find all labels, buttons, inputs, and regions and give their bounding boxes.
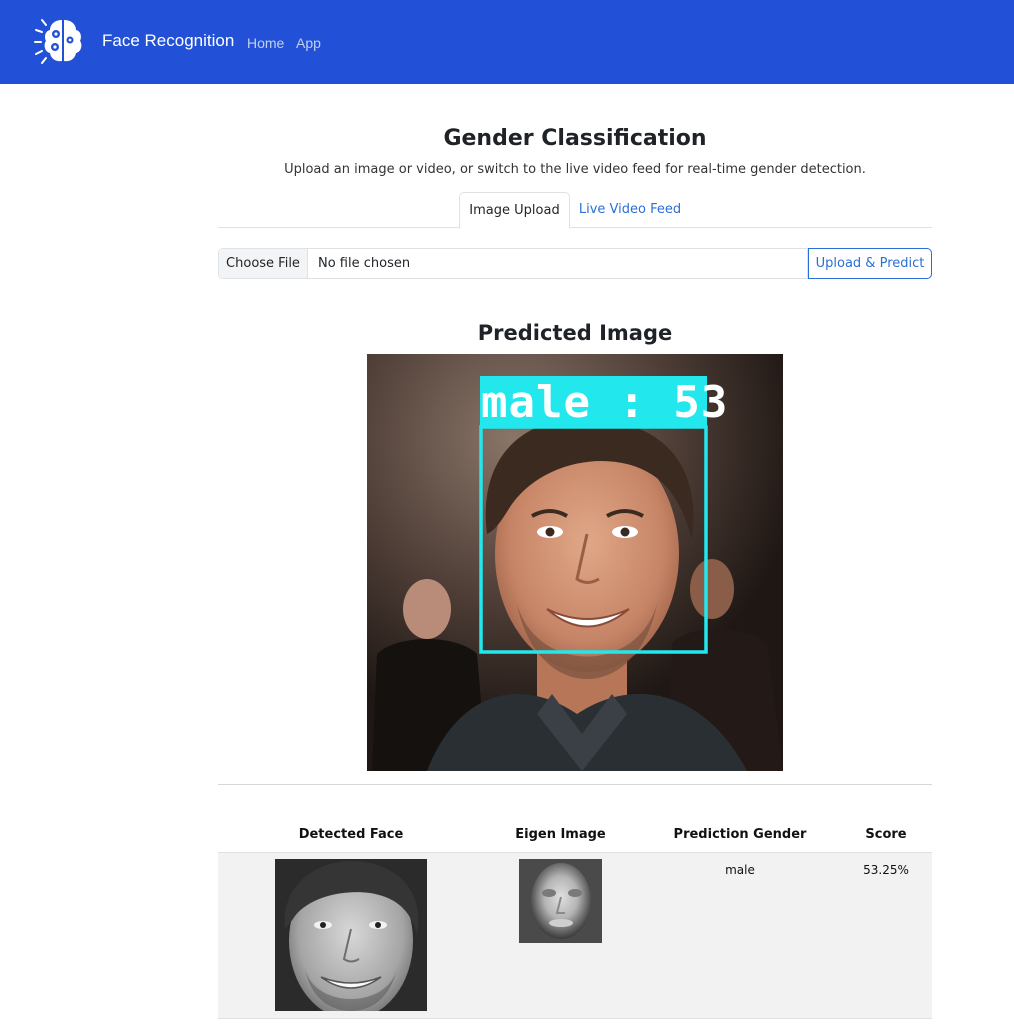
prediction-gender-value: male	[725, 863, 755, 877]
nav-link-app[interactable]: App	[296, 35, 321, 51]
choose-file-button[interactable]: Choose File	[219, 249, 308, 278]
table-row: male 53.25%	[218, 853, 932, 1019]
tab-live-video-feed[interactable]: Live Video Feed	[574, 192, 686, 228]
nav-link-home[interactable]: Home	[247, 35, 284, 51]
section-divider	[218, 784, 932, 785]
brain-gear-icon[interactable]	[34, 16, 90, 66]
page-title: Gender Classification	[443, 126, 707, 151]
prediction-overlay-label: male : 53	[481, 377, 729, 428]
eigen-image	[519, 859, 602, 943]
brand-name[interactable]: Face Recognition	[102, 31, 234, 51]
upload-predict-button[interactable]: Upload & Predict	[808, 248, 932, 279]
tab-image-upload[interactable]: Image Upload	[459, 192, 570, 229]
detected-face-image	[275, 859, 427, 1011]
header-detected-face: Detected Face	[298, 827, 404, 842]
predicted-image: male : 53	[367, 354, 783, 771]
score-value: 53.25%	[863, 863, 909, 877]
predicted-image-title: Predicted Image	[477, 321, 673, 345]
header-eigen-image: Eigen Image	[515, 827, 606, 842]
header-prediction-gender: Prediction Gender	[673, 827, 807, 842]
header-score: Score	[865, 827, 907, 842]
navbar: Face Recognition Home App	[0, 0, 1014, 84]
file-input[interactable]: Choose File No file chosen	[218, 248, 808, 279]
page-subtitle: Upload an image or video, or switch to t…	[284, 162, 866, 177]
tab-bar: Image Upload Live Video Feed	[218, 192, 932, 229]
file-name-label: No file chosen	[318, 256, 411, 271]
